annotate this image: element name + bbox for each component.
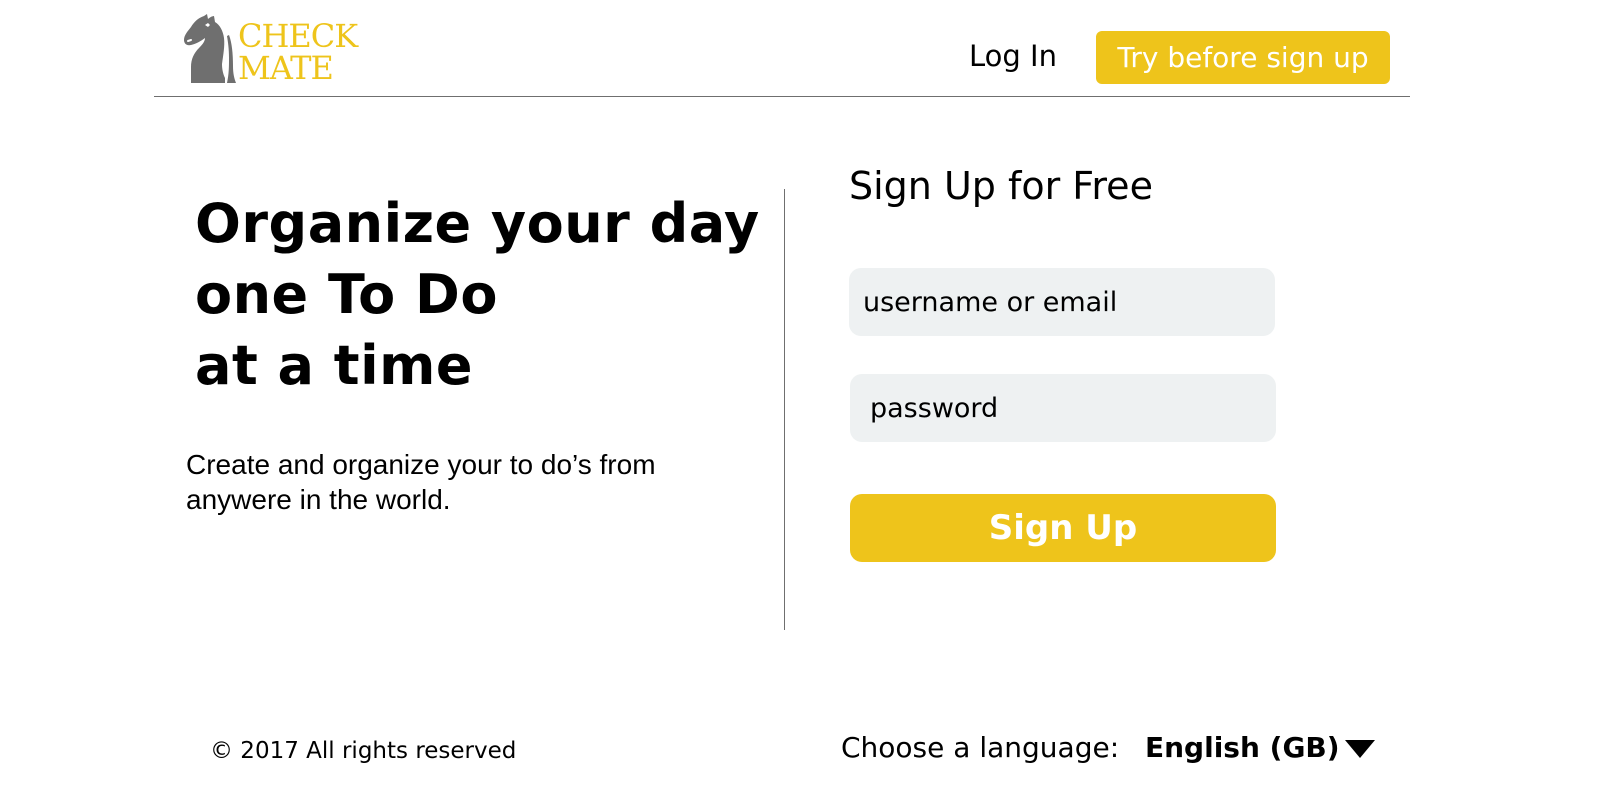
- content-divider: [784, 189, 785, 630]
- hero-heading-line-1: Organize your day: [195, 192, 760, 255]
- login-link[interactable]: Log In: [969, 36, 1057, 76]
- copyright-text: © 2017 All rights reserved: [210, 738, 517, 764]
- checkmate-logo[interactable]: CHECK MATE: [184, 14, 358, 87]
- password-field[interactable]: [850, 374, 1276, 442]
- logo-line-mate: MATE: [238, 49, 334, 87]
- chess-knight-icon: [184, 14, 236, 83]
- hero-subtext: Create and organize your to do’s from an…: [186, 449, 656, 515]
- signup-title: Sign Up for Free: [849, 164, 1153, 208]
- site-header: CHECK MATE Log In Try before sign up: [154, 0, 1410, 97]
- signup-button[interactable]: Sign Up: [850, 494, 1276, 562]
- signup-page: CHECK MATE Log In Try before sign up Org…: [0, 0, 1600, 800]
- language-label: Choose a language:: [841, 731, 1120, 764]
- logo-line-check: CHECK: [238, 17, 358, 55]
- email-field[interactable]: [849, 268, 1275, 336]
- hero-heading-line-2: one To Do: [195, 263, 498, 326]
- language-value: English (GB): [1145, 731, 1340, 764]
- language-select[interactable]: English (GB): [1145, 730, 1375, 766]
- try-before-signup-button[interactable]: Try before sign up: [1096, 31, 1390, 84]
- hero-heading-line-3: at a time: [195, 334, 474, 397]
- hero-heading: Organize your day one To Do at a time: [195, 188, 760, 401]
- logo-wordmark: CHECK MATE: [238, 14, 358, 87]
- chevron-down-icon: [1344, 740, 1375, 758]
